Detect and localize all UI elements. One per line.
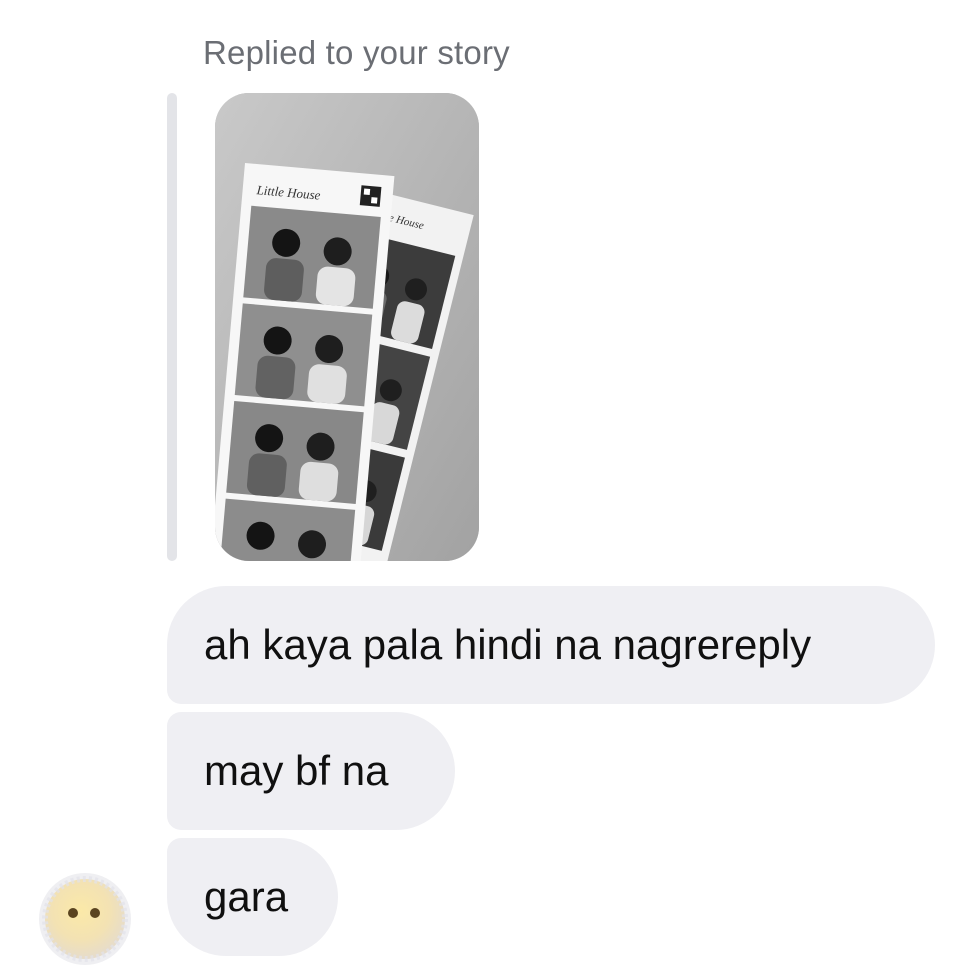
message-bubble[interactable]: may bf na [167, 712, 455, 830]
replied-to-story-label: Replied to your story [203, 34, 510, 71]
blurred-face-emoji-icon [39, 873, 131, 965]
photo-strip-image: Little House Little House [215, 93, 479, 561]
quote-bar [167, 93, 177, 561]
story-preview-thumbnail[interactable]: Little House Little House [215, 93, 479, 561]
sender-avatar[interactable] [39, 873, 131, 965]
message-bubble[interactable]: ah kaya pala hindi na nagrereply [167, 586, 935, 704]
message-bubble[interactable]: gara [167, 838, 338, 956]
